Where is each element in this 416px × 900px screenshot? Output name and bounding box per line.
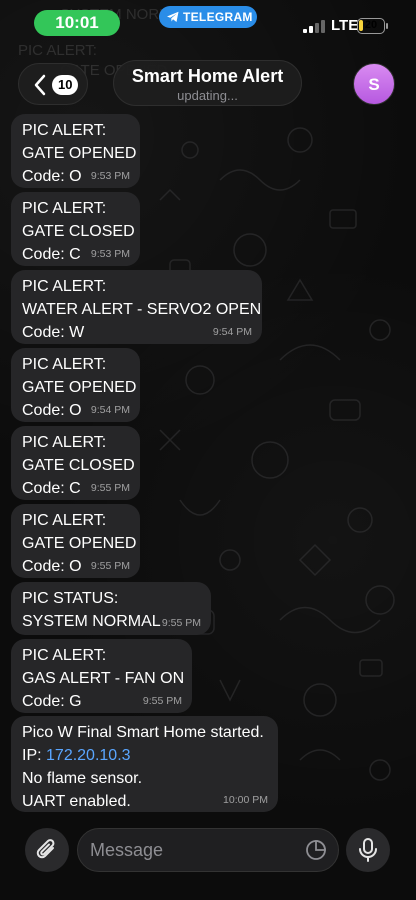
message-bubble[interactable]: PIC ALERT: GATE OPENED Code: O 9:55 PM (11, 504, 140, 578)
message-bubble[interactable]: PIC ALERT: GATE OPENED Code: O 9:53 PM (11, 114, 140, 188)
message-time: 10:00 PM (223, 794, 268, 806)
microphone-icon (359, 838, 377, 862)
message-line: PIC ALERT: (22, 200, 107, 217)
back-button[interactable]: 10 (18, 63, 88, 105)
message-line: GAS ALERT - FAN ON (22, 670, 185, 687)
message-time: 9:54 PM (212, 326, 252, 338)
message-line: PIC STATUS: (22, 590, 119, 607)
chat-screen: SYSTEM NORMAL PIC ALERT: GATE OPENED 10:… (0, 0, 416, 900)
message-time: 9:53 PM (90, 248, 130, 260)
battery-percent: 20 (364, 19, 378, 31)
ip-label: IP: (22, 747, 47, 764)
message-line: GATE CLOSED (22, 223, 135, 240)
battery-tip (386, 23, 388, 29)
message-bubble[interactable]: PIC ALERT: GATE CLOSED Code: C 9:53 PM (11, 192, 140, 266)
message-time: 9:55 PM (90, 560, 130, 572)
message-bubble[interactable]: PIC ALERT: GATE OPENED Code: O 9:54 PM (11, 348, 140, 422)
network-type: LTE (331, 17, 359, 34)
message-time: 9:55 PM (142, 695, 182, 707)
message-bubble[interactable]: PIC ALERT: GAS ALERT - FAN ON Code: G 9:… (11, 639, 192, 713)
chat-avatar[interactable]: S (353, 63, 395, 105)
microphone-button[interactable] (346, 828, 390, 872)
status-bar: 10:01 TELEGRAM LTE 20 (0, 0, 416, 44)
message-line: GATE OPENED (22, 379, 137, 396)
message-bubble[interactable]: PIC STATUS: SYSTEM NORMAL 9:55 PM (11, 582, 211, 635)
telegram-app-pill[interactable]: TELEGRAM (159, 6, 257, 28)
message-line: PIC ALERT: (22, 434, 107, 451)
message-time: 9:55 PM (90, 482, 130, 494)
message-line: No flame sensor. (22, 770, 143, 787)
chat-status: updating... (177, 88, 238, 103)
chevron-left-icon (34, 74, 46, 96)
signal-bars-icon (303, 19, 325, 33)
ip-link[interactable]: 172.20.10.3 (46, 747, 131, 764)
message-time: 9:55 PM (161, 617, 201, 629)
battery-icon: 20 (357, 18, 385, 34)
message-line: GATE OPENED (22, 145, 137, 162)
telegram-icon (167, 11, 179, 22)
message-line: PIC ALERT: (22, 647, 107, 664)
telegram-pill-label: TELEGRAM (183, 10, 253, 24)
message-line: PIC ALERT: (22, 356, 107, 373)
message-line: GATE OPENED (22, 535, 137, 552)
message-line: PIC ALERT: (22, 122, 107, 139)
chat-title: Smart Home Alert (131, 66, 284, 86)
ghost-text: PIC ALERT: (18, 42, 97, 59)
message-time: 9:54 PM (90, 404, 130, 416)
message-line: GATE CLOSED (22, 457, 135, 474)
message-line: WATER ALERT - SERVO2 OPEN (22, 301, 262, 318)
message-input[interactable] (77, 828, 339, 872)
message-line: PIC ALERT: (22, 512, 107, 529)
message-line: Pico W Final Smart Home started. (22, 724, 264, 741)
status-time[interactable]: 10:01 (34, 10, 120, 36)
chat-title-pill[interactable]: Smart Home Alert updating... (113, 60, 302, 106)
message-bubble[interactable]: Pico W Final Smart Home started. IP: 172… (11, 716, 278, 812)
message-line: PIC ALERT: (22, 278, 107, 295)
message-composer (0, 816, 416, 900)
attach-button[interactable] (25, 828, 69, 872)
unread-count-badge: 10 (52, 75, 79, 95)
message-time: 9:53 PM (90, 170, 130, 182)
message-bubble[interactable]: PIC ALERT: GATE CLOSED Code: C 9:55 PM (11, 426, 140, 500)
message-bubble[interactable]: PIC ALERT: WATER ALERT - SERVO2 OPEN Cod… (11, 270, 262, 344)
message-line: IP: 172.20.10.3 (22, 744, 268, 767)
sticker-icon[interactable] (305, 839, 327, 861)
paperclip-icon (36, 839, 55, 859)
